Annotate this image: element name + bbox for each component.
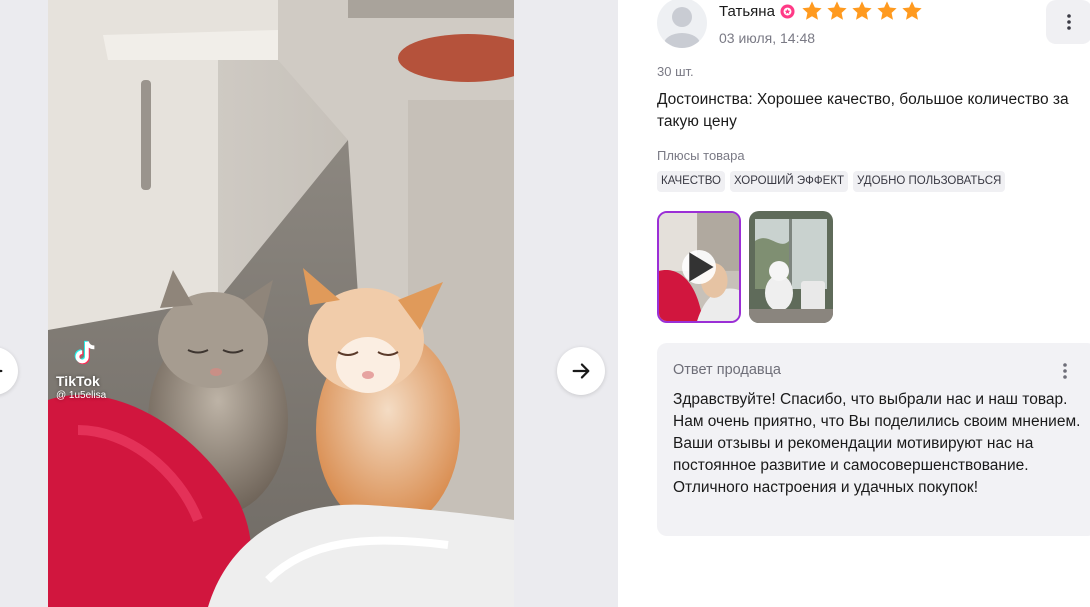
review-text: Достоинства: Хорошее качество, большое к… <box>657 91 1069 130</box>
arrow-left-icon <box>0 369 3 373</box>
seller-reply-title: Ответ продавца <box>673 362 781 378</box>
review-date: 03 июля, 14:48 <box>719 30 816 46</box>
kebab-menu-icon <box>1067 14 1071 30</box>
star-icon <box>902 1 922 20</box>
tiktok-logo-icon <box>74 340 95 365</box>
tag-quality: КАЧЕСТВО <box>657 171 725 192</box>
watermark-brand: TikTok <box>56 373 100 389</box>
seller-reply-more-button[interactable] <box>1053 359 1077 383</box>
author-name: Татьяна <box>719 2 775 20</box>
thumbnail-photo-image <box>749 211 833 323</box>
product-tags: КАЧЕСТВО ХОРОШИЙ ЭФФЕКТ УДОБНО ПОЛЬЗОВАТ… <box>657 171 1006 192</box>
thumbnail-photo[interactable] <box>749 211 833 323</box>
badge-icon <box>780 3 795 19</box>
play-button[interactable] <box>682 250 716 284</box>
star-icon <box>802 1 822 20</box>
review-more-button[interactable] <box>1046 0 1090 44</box>
seller-reply-text: Здравствуйте! Спасибо, что выбрали нас и… <box>673 391 1081 496</box>
avatar-icon <box>664 7 700 48</box>
media-thumbnails <box>657 211 833 323</box>
tiktok-watermark: TikTok @ 1u5elisa <box>56 338 106 401</box>
seller-reply: Ответ продавца Здравствуйте! Спасибо, чт… <box>657 343 1090 536</box>
play-icon <box>689 252 714 282</box>
star-icon <box>852 1 872 20</box>
arrow-right-icon <box>572 363 590 379</box>
avatar <box>657 0 707 48</box>
media-viewer: TikTok @ 1u5elisa <box>0 0 618 607</box>
kittens-photo <box>48 0 514 607</box>
tag-good-effect: ХОРОШИЙ ЭФФЕКТ <box>730 171 849 192</box>
tags-title: Плюсы товара <box>657 148 745 163</box>
rating-stars <box>801 0 926 22</box>
kebab-menu-icon <box>1063 363 1067 379</box>
next-media-button[interactable] <box>557 347 605 395</box>
review-panel: Татьяна 03 июля, 14:48 30 шт. Достоинств… <box>618 0 1090 607</box>
purchase-quantity: 30 шт. <box>657 64 694 79</box>
watermark-user: @ 1u5elisa <box>56 390 107 401</box>
star-icon <box>877 1 897 20</box>
thumbnail-video[interactable] <box>657 211 741 323</box>
review-video-frame[interactable]: TikTok @ 1u5elisa <box>48 0 514 607</box>
tag-easy-to-use: УДОБНО ПОЛЬЗОВАТЬСЯ <box>853 171 1006 192</box>
star-icon <box>827 1 847 20</box>
previous-media-button[interactable] <box>0 347 18 395</box>
review-author: Татьяна <box>719 0 926 22</box>
